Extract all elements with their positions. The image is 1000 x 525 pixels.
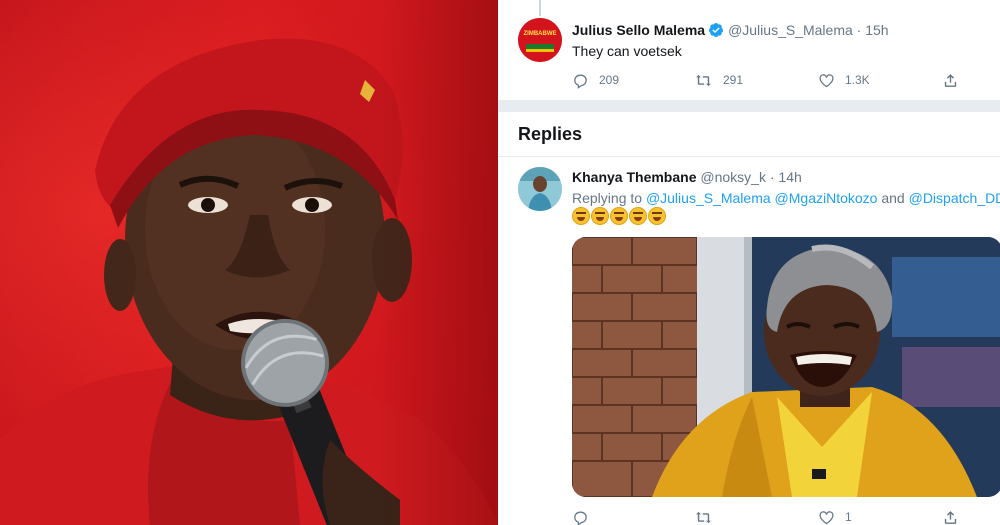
main-tweet[interactable]: ZIMBABWE Julius Sello Malema @Julius_S_Ma… (498, 0, 1000, 100)
reply-avatar-graphic (518, 167, 562, 211)
mention-link[interactable]: @Dispatch_DD (909, 190, 1000, 206)
emoji-row (572, 207, 667, 227)
replies-heading: Replies (518, 124, 583, 144)
reply-author-name[interactable]: Khanya Thembane (572, 169, 696, 185)
photo-edge-shadow (378, 0, 498, 525)
like-count: 1 (845, 510, 852, 524)
reply-author-avatar[interactable] (518, 167, 562, 211)
reply-header: Khanya Thembane @noksy_k · 14h (572, 167, 802, 187)
reply-actions: 1 (572, 507, 972, 525)
retweet-icon (696, 511, 711, 523)
replying-prefix: Replying to (572, 190, 643, 206)
reply-author-handle[interactable]: @noksy_k (700, 169, 766, 185)
retweet-count: 291 (723, 73, 744, 87)
share-button[interactable] (942, 70, 969, 90)
retweet-button[interactable]: 291 (694, 70, 743, 90)
reply-button[interactable] (572, 507, 599, 525)
share-icon (944, 73, 957, 87)
reply-time-separator: · (769, 169, 775, 185)
mention-link[interactable]: @Julius_S_Malema (646, 190, 771, 206)
like-count: 1.3K (845, 73, 870, 87)
time-separator: · (856, 22, 862, 38)
like-button[interactable]: 1 (818, 507, 852, 525)
author-handle[interactable]: @Julius_S_Malema (728, 22, 853, 38)
author-avatar[interactable]: ZIMBABWE (518, 18, 562, 62)
retweet-icon (696, 74, 711, 86)
author-name[interactable]: Julius Sello Malema (572, 22, 705, 38)
speaker-photo (0, 0, 498, 525)
laughing-emoji-icon (648, 207, 666, 225)
reply-icon (574, 74, 587, 89)
replying-to: Replying to @Julius_S_Malema @MgaziNtoko… (572, 188, 1000, 208)
replies-divider (498, 156, 1000, 157)
laughing-emoji-icon (629, 207, 647, 225)
reply-button[interactable]: 209 (572, 70, 619, 90)
tweet-header: Julius Sello Malema @Julius_S_Malema · 15… (572, 20, 889, 40)
and-word: and (881, 190, 905, 206)
tweet-panel: ZIMBABWE Julius Sello Malema @Julius_S_Ma… (498, 0, 1000, 525)
laughing-emoji-icon (591, 207, 609, 225)
tweet-timestamp[interactable]: 15h (865, 22, 888, 38)
mention-link[interactable]: @MgaziNtokozo (775, 190, 878, 206)
reply-count: 209 (599, 73, 620, 87)
verified-badge-icon (709, 23, 724, 37)
laughing-emoji-icon (572, 207, 590, 225)
reply-icon (574, 511, 587, 525)
avatar-text: ZIMBABWE (523, 31, 557, 37)
laughing-emoji-icon (610, 207, 628, 225)
section-divider (498, 100, 1000, 112)
share-button[interactable] (942, 507, 969, 525)
media-illustration (572, 237, 1000, 497)
tweet-actions: 209 291 1.3K (572, 70, 972, 90)
like-icon (819, 510, 834, 524)
avatar-graphic (518, 18, 562, 62)
reply-timestamp[interactable]: 14h (778, 169, 801, 185)
like-icon (819, 73, 834, 87)
like-button[interactable]: 1.3K (818, 70, 870, 90)
reply-media-image[interactable] (572, 237, 1000, 497)
tweet-text: They can voetsek (572, 43, 682, 59)
retweet-button[interactable] (694, 507, 723, 525)
share-icon (944, 510, 957, 524)
